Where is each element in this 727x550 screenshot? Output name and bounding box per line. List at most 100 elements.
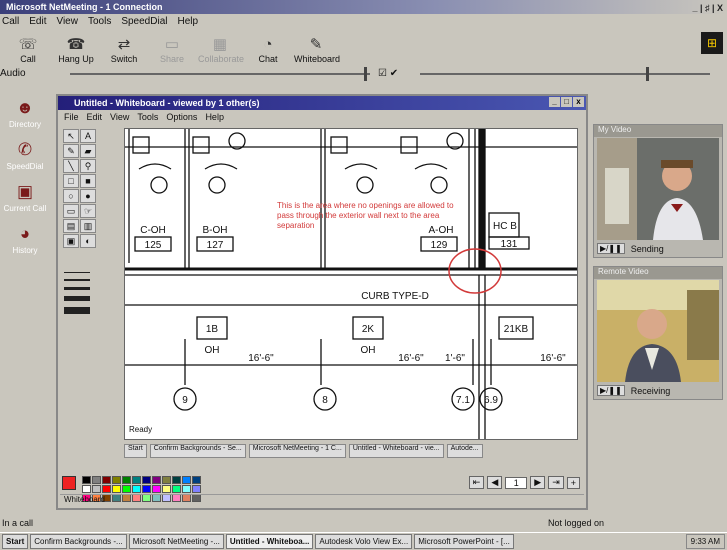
color-swatch[interactable] [82, 476, 91, 484]
collaborate-icon: ▦ [212, 36, 228, 53]
select-tool-icon[interactable]: ↖ [63, 129, 79, 143]
dimension-label: 16'-6" [398, 353, 424, 364]
left-nav: ☻ Directory ✆ SpeedDial ▣ Current Call ◕ His… [0, 96, 50, 266]
unit-label: 1B [206, 324, 219, 335]
taskbar-item[interactable]: Confirm Backgrounds -... [30, 534, 127, 549]
color-swatch[interactable] [192, 476, 201, 484]
menu-edit[interactable]: Edit [29, 14, 46, 30]
taskbar-item[interactable]: Microsoft NetMeeting -... [128, 534, 224, 549]
embedded-start[interactable]: Start [124, 444, 147, 458]
rect-tool-icon[interactable]: □ [63, 174, 79, 188]
menu-help[interactable]: Help [177, 14, 198, 30]
share-button[interactable]: ▭ Share [150, 36, 194, 64]
color-swatch[interactable] [142, 485, 151, 493]
color-swatch[interactable] [162, 485, 171, 493]
remote-pointer-tool-icon[interactable]: ◐ [80, 234, 96, 248]
menu-tools[interactable]: Tools [88, 14, 111, 30]
wb-menu-file[interactable]: File [64, 112, 79, 122]
page-number-field[interactable]: 1 [505, 476, 528, 489]
color-swatch[interactable] [122, 485, 131, 493]
first-page-button[interactable]: ⇤ [468, 476, 485, 489]
color-swatch[interactable] [82, 485, 91, 493]
capture-tool-icon[interactable]: ▤ [63, 219, 79, 233]
pointer-tool-icon[interactable]: ☞ [80, 204, 96, 218]
insert-page-button[interactable]: + [566, 476, 580, 489]
play-pause-button[interactable]: ▶/❚❚ [597, 243, 625, 254]
color-swatch[interactable] [102, 485, 111, 493]
directory-button[interactable]: ☻ Directory [0, 96, 50, 138]
color-swatch[interactable] [152, 485, 161, 493]
color-swatch[interactable] [112, 476, 121, 484]
menu-speeddial[interactable]: SpeedDial [121, 14, 167, 30]
zoom-tool-icon[interactable]: ⚲ [80, 159, 96, 173]
taskbar-item[interactable]: Microsoft PowerPoint - [... [414, 534, 514, 549]
color-swatch[interactable] [162, 476, 171, 484]
color-swatch[interactable] [182, 485, 191, 493]
color-swatch[interactable] [172, 476, 181, 484]
color-swatch[interactable] [102, 476, 111, 484]
color-swatch[interactable] [192, 485, 201, 493]
hang-up-button[interactable]: ☎ Hang Up [54, 36, 98, 64]
menu-call[interactable]: Call [2, 14, 19, 30]
last-page-button[interactable]: ⇥ [548, 476, 564, 489]
start-button[interactable]: Start [2, 534, 29, 549]
minimize-button[interactable]: _ [549, 97, 560, 107]
color-swatch[interactable] [92, 485, 101, 493]
whiteboard-canvas[interactable]: C-OH B-OH A-OH HC B 125 127 129 131 CURB… [124, 128, 578, 440]
wb-menu-help[interactable]: Help [205, 112, 224, 122]
taskbar-item[interactable]: Autodesk Volo View Ex... [315, 534, 413, 549]
color-swatch[interactable] [132, 476, 141, 484]
mic-thumb[interactable] [646, 67, 649, 81]
main-statusbar: In a call Not logged on [0, 516, 727, 530]
close-button[interactable]: x [573, 97, 584, 107]
current-call-button[interactable]: ▣ Current Call [0, 180, 50, 222]
embedded-task[interactable]: Untitled - Whiteboard - vie... [348, 444, 444, 458]
menu-view[interactable]: View [56, 14, 78, 30]
wb-menu-edit[interactable]: Edit [87, 112, 103, 122]
embedded-task[interactable]: Microsoft NetMeeting - 1 C... [248, 444, 346, 458]
filled-ellipse-tool-icon[interactable]: ● [80, 189, 96, 203]
color-swatch[interactable] [132, 485, 141, 493]
embedded-task[interactable]: Autode... [446, 444, 483, 458]
taskbar-item-active[interactable]: Untitled - Whiteboa... [225, 534, 314, 549]
ellipse-tool-icon[interactable]: ○ [63, 189, 79, 203]
mic-checkbox-icon[interactable]: ☑ ✔ [378, 68, 398, 79]
lock-tool-icon[interactable]: ▥ [80, 219, 96, 233]
call-button[interactable]: ☏ Call [6, 36, 50, 64]
chat-button[interactable]: ◔ Chat [246, 36, 290, 64]
filled-rect-tool-icon[interactable]: ■ [80, 174, 96, 188]
text-tool-icon[interactable]: A [80, 129, 96, 143]
mic-slider[interactable] [420, 67, 710, 81]
line-tool-icon[interactable]: ╲ [63, 159, 79, 173]
window-controls[interactable]: _ | ♯ | X [692, 1, 723, 15]
color-swatch[interactable] [92, 476, 101, 484]
whiteboard-window-controls: _ □ x [549, 97, 584, 107]
wb-menu-options[interactable]: Options [166, 112, 197, 122]
pen-tool-icon[interactable]: ✎ [63, 144, 79, 158]
speeddial-button[interactable]: ✆ SpeedDial [0, 138, 50, 180]
sync-tool-icon[interactable]: ▣ [63, 234, 79, 248]
color-swatch[interactable] [152, 476, 161, 484]
history-button[interactable]: ◕ History [0, 222, 50, 264]
eraser-tool-icon[interactable]: ▭ [63, 204, 79, 218]
volume-thumb[interactable] [364, 67, 367, 81]
prev-page-button[interactable]: ◀ [487, 476, 503, 489]
call-icon: ☏ [18, 36, 38, 53]
whiteboard-button[interactable]: ✎ Whiteboard [294, 36, 340, 64]
color-swatch[interactable] [172, 485, 181, 493]
color-swatch[interactable] [122, 476, 131, 484]
highlighter-tool-icon[interactable]: ▰ [80, 144, 96, 158]
wb-menu-tools[interactable]: Tools [137, 112, 158, 122]
maximize-button[interactable]: □ [561, 97, 572, 107]
collaborate-button[interactable]: ▦ Collaborate [198, 36, 244, 64]
color-swatch[interactable] [142, 476, 151, 484]
embedded-task[interactable]: Confirm Backgrounds - Se... [149, 444, 246, 458]
color-swatch[interactable] [182, 476, 191, 484]
switch-button[interactable]: ⇄ Switch [102, 36, 146, 64]
next-page-button[interactable]: ▶ [530, 476, 546, 489]
color-swatch[interactable] [112, 485, 121, 493]
line-width-picker[interactable] [64, 272, 90, 320]
volume-slider[interactable] [70, 67, 370, 81]
wb-menu-view[interactable]: View [110, 112, 129, 122]
play-pause-button[interactable]: ▶/❚❚ [597, 385, 625, 396]
